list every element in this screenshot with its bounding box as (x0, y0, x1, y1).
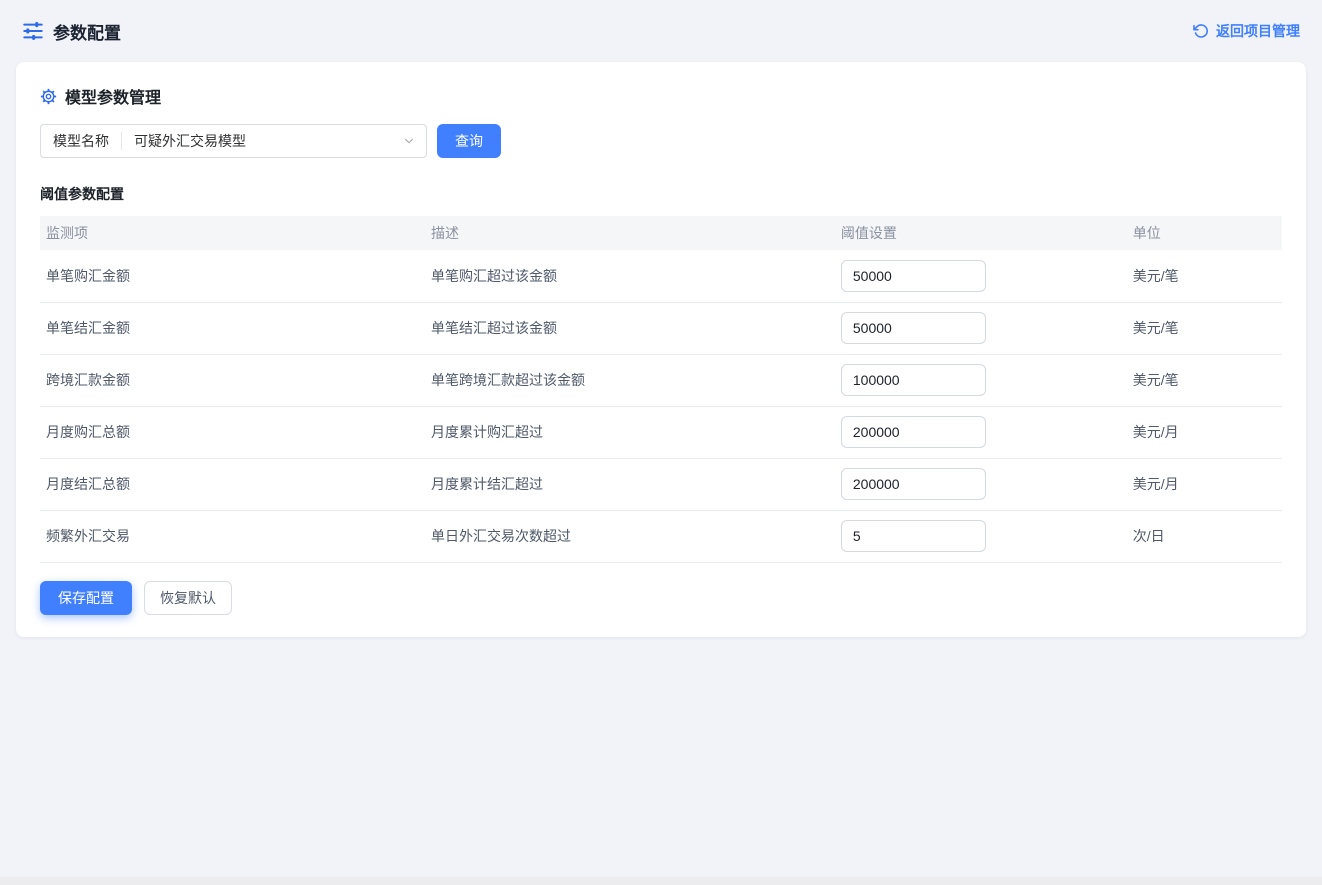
unit-cell: 美元/笔 (1127, 250, 1282, 302)
description-cell: 单笔购汇超过该金额 (425, 250, 835, 302)
threshold-input[interactable] (841, 416, 986, 448)
unit-cell: 美元/月 (1127, 406, 1282, 458)
unit-cell: 次/日 (1127, 510, 1282, 562)
query-button[interactable]: 查询 (437, 124, 501, 158)
description-cell: 月度累计购汇超过 (425, 406, 835, 458)
threshold-cell (835, 406, 1127, 458)
card-title-row: 模型参数管理 (40, 84, 1282, 108)
table-row: 跨境汇款金额 单笔跨境汇款超过该金额 美元/笔 (40, 354, 1282, 406)
table-row: 月度结汇总额 月度累计结汇超过 美元/月 (40, 458, 1282, 510)
unit-cell: 美元/月 (1127, 458, 1282, 510)
page-title: 参数配置 (53, 19, 121, 44)
monitor-item-cell: 单笔结汇金额 (40, 302, 425, 354)
threshold-input[interactable] (841, 312, 986, 344)
back-link-label: 返回项目管理 (1216, 21, 1300, 41)
header-unit: 单位 (1127, 216, 1282, 250)
table-row: 频繁外汇交易 单日外汇交易次数超过 次/日 (40, 510, 1282, 562)
monitor-item-cell: 单笔购汇金额 (40, 250, 425, 302)
table-header: 监测项 描述 阈值设置 单位 (40, 216, 1282, 250)
threshold-input[interactable] (841, 468, 986, 500)
back-to-projects-link[interactable]: 返回项目管理 (1193, 21, 1300, 41)
unit-cell: 美元/笔 (1127, 302, 1282, 354)
threshold-cell (835, 510, 1127, 562)
threshold-input[interactable] (841, 520, 986, 552)
page-header: 参数配置 返回项目管理 (0, 0, 1322, 62)
page: 参数配置 返回项目管理 (0, 0, 1322, 885)
threshold-cell (835, 354, 1127, 406)
header-monitor-item: 监测项 (40, 216, 425, 250)
card-title: 模型参数管理 (65, 84, 161, 108)
header-description: 描述 (425, 216, 835, 250)
model-name-select[interactable]: 模型名称 可疑外汇交易模型 (40, 124, 427, 158)
chevron-down-icon (402, 134, 416, 148)
footer-strip (0, 877, 1322, 885)
gear-icon (40, 88, 57, 105)
monitor-item-cell: 频繁外汇交易 (40, 510, 425, 562)
table-row: 单笔购汇金额 单笔购汇超过该金额 美元/笔 (40, 250, 1282, 302)
table-row: 单笔结汇金额 单笔结汇超过该金额 美元/笔 (40, 302, 1282, 354)
save-config-button[interactable]: 保存配置 (40, 581, 132, 615)
actions-row: 保存配置 恢复默认 (40, 581, 1282, 615)
description-cell: 月度累计结汇超过 (425, 458, 835, 510)
threshold-cell (835, 458, 1127, 510)
monitor-item-cell: 月度结汇总额 (40, 458, 425, 510)
description-cell: 单笔结汇超过该金额 (425, 302, 835, 354)
monitor-item-cell: 跨境汇款金额 (40, 354, 425, 406)
threshold-cell (835, 250, 1127, 302)
unit-cell: 美元/笔 (1127, 354, 1282, 406)
restore-default-button[interactable]: 恢复默认 (144, 581, 232, 615)
threshold-cell (835, 302, 1127, 354)
description-cell: 单日外汇交易次数超过 (425, 510, 835, 562)
query-row: 模型名称 可疑外汇交易模型 查询 (40, 124, 1282, 158)
select-selected-value: 可疑外汇交易模型 (122, 131, 402, 151)
header-threshold: 阈值设置 (835, 216, 1127, 250)
monitor-item-cell: 月度购汇总额 (40, 406, 425, 458)
undo-arrow-icon (1193, 23, 1209, 39)
threshold-input[interactable] (841, 364, 986, 396)
page-title-group: 参数配置 (22, 19, 121, 44)
threshold-table: 监测项 描述 阈值设置 单位 单笔购汇金额 单笔购汇超过该金额 美元/笔 单笔结… (40, 216, 1282, 563)
sliders-icon (22, 20, 44, 42)
model-params-card: 模型参数管理 模型名称 可疑外汇交易模型 查询 阈值参数配置 监测项 描述 (16, 62, 1306, 637)
select-prefix-label: 模型名称 (41, 131, 121, 151)
description-cell: 单笔跨境汇款超过该金额 (425, 354, 835, 406)
threshold-input[interactable] (841, 260, 986, 292)
section-title: 阈值参数配置 (40, 184, 1282, 204)
table-row: 月度购汇总额 月度累计购汇超过 美元/月 (40, 406, 1282, 458)
